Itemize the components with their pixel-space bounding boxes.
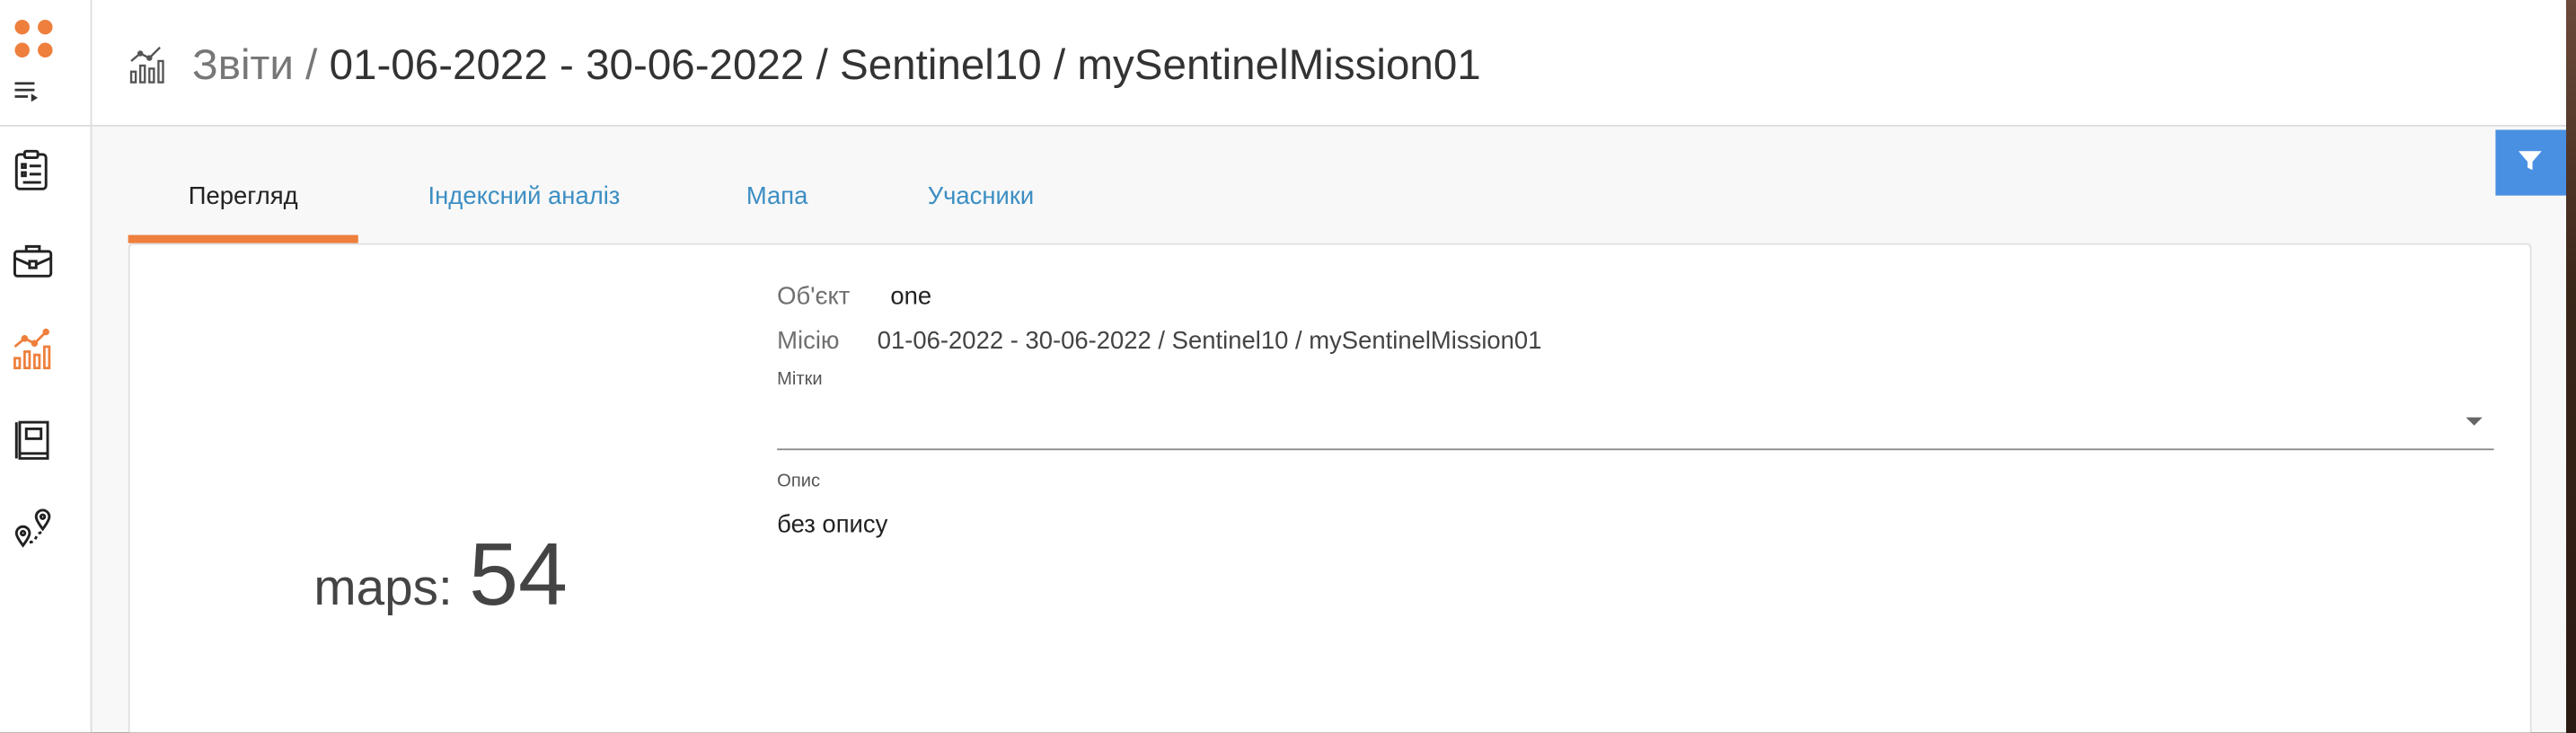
tab-map[interactable]: Мапа	[723, 164, 832, 243]
briefcase-icon[interactable]	[10, 238, 56, 284]
tab-overview[interactable]: Перегляд	[128, 164, 358, 243]
breadcrumb-path: 01-06-2022 - 30-06-2022 / Sentinel10 / m…	[329, 39, 1481, 89]
tags-label: Мітки	[777, 369, 823, 390]
maps-summary: maps: 54	[313, 524, 568, 625]
object-value: one	[890, 282, 932, 311]
tab-participants[interactable]: Учасники	[900, 164, 1061, 243]
active-tab-indicator	[128, 234, 358, 243]
tab-map-label: Мапа	[745, 182, 808, 211]
reports-chart-icon[interactable]	[10, 327, 56, 373]
tab-index-analysis-label: Індексний аналіз	[428, 182, 621, 211]
mission-label: Місію	[777, 326, 840, 356]
app-window: Звіти / 01-06-2022 - 30-06-2022 / Sentin…	[0, 0, 2567, 733]
filter-button[interactable]	[2495, 129, 2567, 196]
route-icon[interactable]	[10, 506, 56, 552]
page-header: Звіти / 01-06-2022 - 30-06-2022 / Sentin…	[92, 0, 2567, 127]
chevron-down-icon[interactable]	[2466, 417, 2483, 426]
breadcrumb-separator: /	[293, 39, 330, 89]
page-title: Звіти / 01-06-2022 - 30-06-2022 / Sentin…	[192, 36, 1481, 92]
reports-chart-icon	[127, 44, 170, 84]
viewport: Звіти / 01-06-2022 - 30-06-2022 / Sentin…	[0, 0, 2576, 733]
overview-card: maps: 54 Об'єкт one Місію 01-06-2022 - 30…	[128, 243, 2532, 733]
book-icon[interactable]	[10, 418, 56, 464]
background-edge	[2566, 0, 2576, 733]
mission-value[interactable]: 01-06-2022 - 30-06-2022 / Sentinel10 / m…	[878, 327, 1542, 355]
menu-toggle-icon[interactable]	[14, 79, 44, 105]
sidebar-divider	[0, 125, 91, 127]
breadcrumb-section[interactable]: Звіти	[192, 40, 294, 89]
maps-label: maps:	[313, 558, 453, 616]
tab-overview-label: Перегляд	[188, 182, 298, 211]
logo-icon[interactable]	[14, 19, 57, 63]
object-label: Об'єкт	[777, 282, 851, 311]
clipboard-icon[interactable]	[10, 148, 56, 194]
tab-participants-label: Учасники	[927, 182, 1035, 211]
tab-index-analysis[interactable]: Індексний аналіз	[394, 164, 654, 243]
sidebar	[0, 0, 93, 733]
tags-select[interactable]	[777, 448, 2494, 451]
maps-count: 54	[469, 525, 568, 625]
description-value: без опису	[777, 510, 888, 539]
filter-icon	[2519, 151, 2542, 171]
description-label: Опис	[777, 471, 821, 491]
